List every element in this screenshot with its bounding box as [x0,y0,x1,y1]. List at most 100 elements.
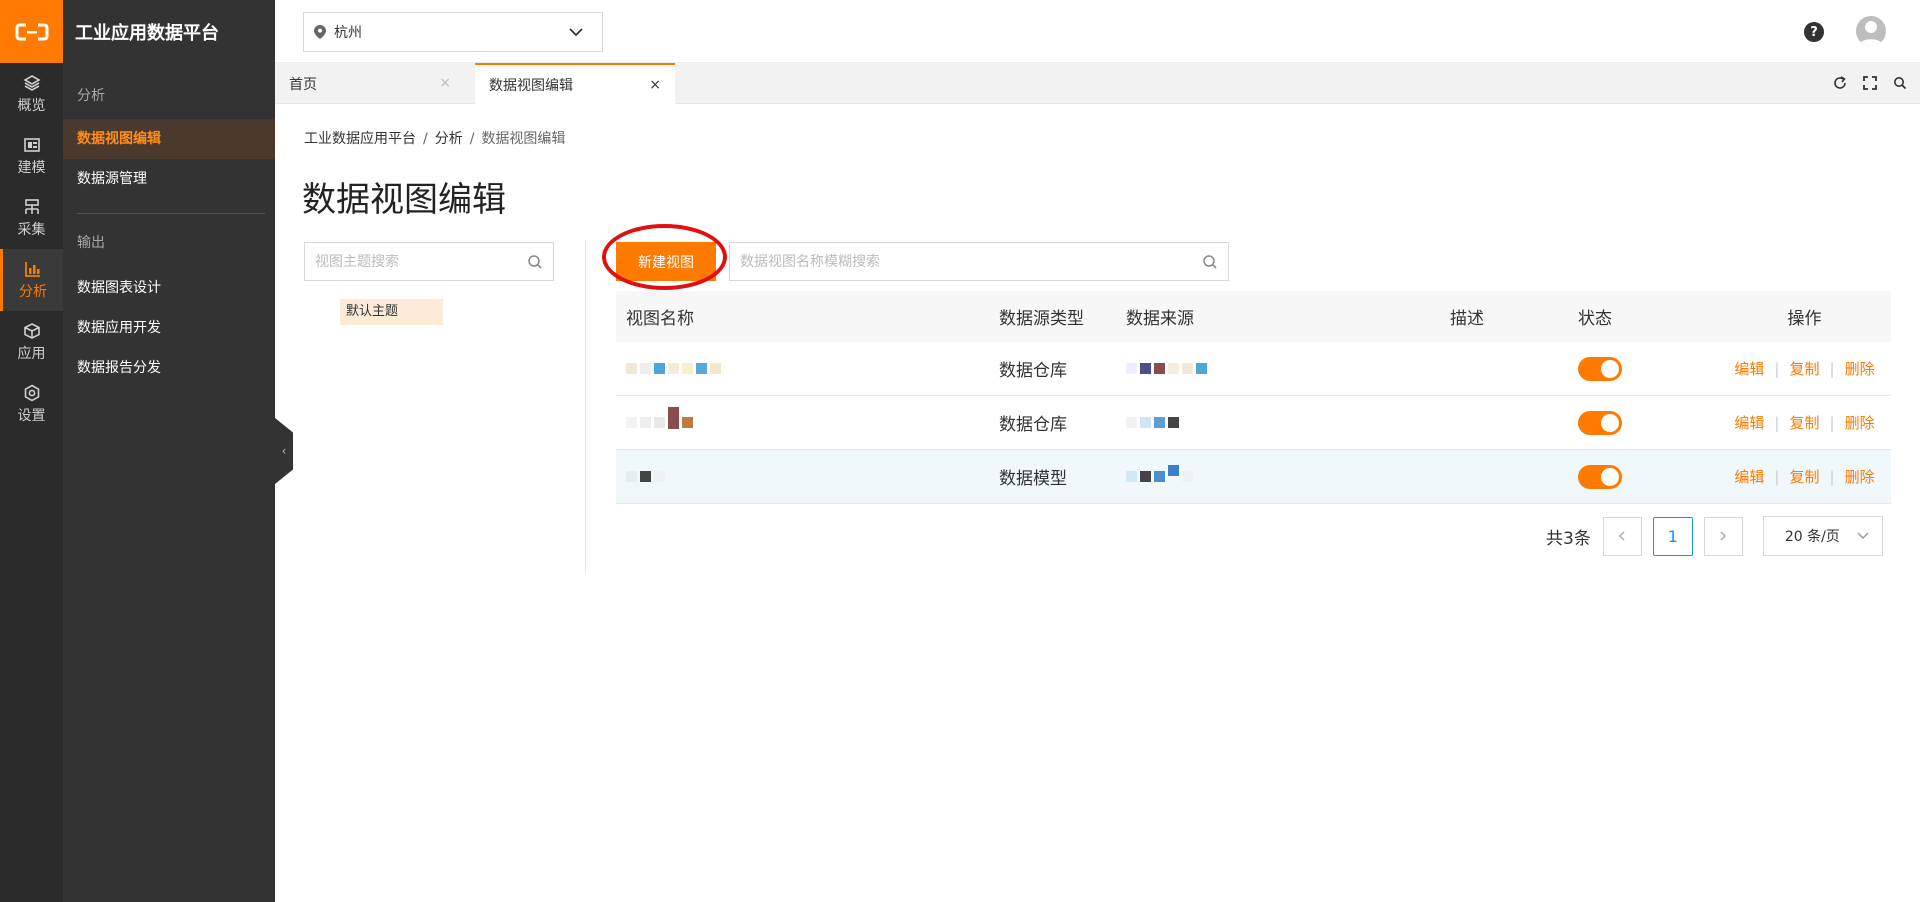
model-icon [23,137,40,152]
redacted-pixel [1154,417,1165,428]
redacted-pixel [654,471,665,482]
icon-rail: 概览 建模 采集 分析 应用 设置 [0,0,63,902]
tab-data-view-edit[interactable]: 数据视图编辑 × [475,63,675,104]
rail-label: 应用 [17,345,46,362]
table-row[interactable]: 数据模型 编辑 | 复制 | 删除 [616,450,1891,504]
next-page-button[interactable] [1703,516,1743,556]
column-header: 数据来源 [1126,309,1194,329]
logo[interactable] [0,0,63,63]
rail-label: 建模 [17,159,46,176]
panel-divider [585,240,586,575]
sidebar-collapse-handle[interactable]: ‹ [275,418,293,484]
chevron-down-icon [1857,532,1869,539]
close-icon[interactable]: × [439,75,451,91]
edit-link[interactable]: 编辑 [1734,412,1764,433]
rail-item-apps[interactable]: 应用 [0,311,63,373]
brand-title: 工业应用数据平台 [75,22,219,44]
redacted-pixel [668,406,679,429]
copy-link[interactable]: 复制 [1789,466,1819,487]
status-toggle[interactable] [1578,356,1622,381]
redacted-pixel [640,417,651,428]
sidebar-item-app-develop[interactable]: 数据应用开发 [63,308,275,348]
column-header: 描述 [1450,309,1484,329]
chevron-left-icon [1619,531,1625,541]
action-sep: | [1774,359,1780,378]
refresh-icon[interactable] [1832,75,1848,91]
search-icon[interactable] [527,254,543,270]
tab-label: 首页 [289,76,317,93]
view-name-cell-redacted[interactable] [616,450,999,503]
avatar[interactable] [1856,16,1886,46]
topic-search-input[interactable] [305,243,553,280]
redacted-pixel [640,363,651,374]
city-select[interactable]: 杭州 [303,12,603,52]
search-icon[interactable] [1202,254,1218,270]
sidebar-item-chart-design[interactable]: 数据图表设计 [63,268,275,308]
new-view-button[interactable]: 新建视图 [616,242,716,281]
page-size-select[interactable]: 20 条/页 [1762,516,1883,556]
chart-icon [25,261,40,277]
breadcrumb-item[interactable]: 工业数据应用平台 [304,131,416,147]
view-search-input[interactable] [730,243,1228,280]
prev-page-button[interactable] [1602,516,1642,556]
rail-item-settings[interactable]: 设置 [0,373,63,435]
redacted-pixel [626,471,637,482]
view-search-field[interactable] [729,242,1229,281]
redacted-pixel [682,363,693,374]
delete-link[interactable]: 删除 [1845,466,1875,487]
tab-home[interactable]: 首页 × [275,63,465,104]
sidebar-item-report-distribute[interactable]: 数据报告分发 [63,348,275,388]
edit-link[interactable]: 编辑 [1734,358,1764,379]
page-number-button[interactable]: 1 [1652,516,1693,556]
view-name-cell-redacted[interactable] [616,396,999,449]
rail-item-modeling[interactable]: 建模 [0,125,63,187]
breadcrumb: 工业数据应用平台 / 分析 / 数据视图编辑 [304,128,565,148]
redacted-pixel [654,417,665,428]
redacted-pixel [1140,471,1151,482]
table-row[interactable]: 数据仓库 编辑 | 复制 | 删除 [616,342,1891,396]
redacted-pixel [1140,417,1151,428]
edit-link[interactable]: 编辑 [1734,466,1764,487]
rail-item-overview[interactable]: 概览 [0,63,63,125]
column-header: 状态 [1578,309,1612,329]
redacted-pixel [640,471,651,482]
breadcrumb-item[interactable]: 分析 [435,131,463,147]
status-toggle[interactable] [1578,410,1622,435]
sidebar-group-title: 分析 [77,88,105,104]
close-icon[interactable]: × [649,77,661,93]
collect-icon [24,198,39,214]
tab-label: 数据视图编辑 [489,77,573,94]
copy-link[interactable]: 复制 [1789,358,1819,379]
delete-link[interactable]: 删除 [1845,412,1875,433]
action-sep: | [1829,359,1835,378]
table-row[interactable]: 数据仓库 编辑 | 复制 | 删除 [616,396,1891,450]
toggle-knob [1601,359,1619,378]
status-toggle[interactable] [1578,464,1622,489]
redacted-pixel [1154,471,1165,482]
delete-link[interactable]: 删除 [1845,358,1875,379]
action-sep: | [1829,467,1835,486]
sidebar-item-datasource-manage[interactable]: 数据源管理 [63,159,275,199]
toggle-knob [1601,413,1619,432]
rail-item-analysis[interactable]: 分析 [0,249,63,311]
breadcrumb-sep: / [469,131,475,147]
search-icon[interactable] [1892,75,1908,91]
redacted-pixel [1126,417,1137,428]
source-cell-redacted [1126,342,1450,395]
rail-item-collect[interactable]: 采集 [0,187,63,249]
topic-search-field[interactable] [304,242,554,281]
actions-cell: 编辑 | 复制 | 删除 [1718,466,1891,487]
view-name-cell-redacted[interactable] [616,342,999,395]
fullscreen-icon[interactable] [1862,75,1878,91]
rail-label: 分析 [19,283,47,300]
breadcrumb-current: 数据视图编辑 [481,131,566,147]
aliyun-logo-icon [15,23,48,40]
help-icon[interactable]: ? [1804,22,1824,42]
copy-link[interactable]: 复制 [1789,412,1819,433]
topic-item-default[interactable]: 默认主题 [340,299,443,325]
status-cell [1578,342,1718,395]
sidebar-item-data-view-edit[interactable]: 数据视图编辑 [63,119,275,159]
source-cell-redacted [1126,450,1450,503]
redacted-pixel [682,417,693,428]
column-header: 视图名称 [626,309,694,329]
